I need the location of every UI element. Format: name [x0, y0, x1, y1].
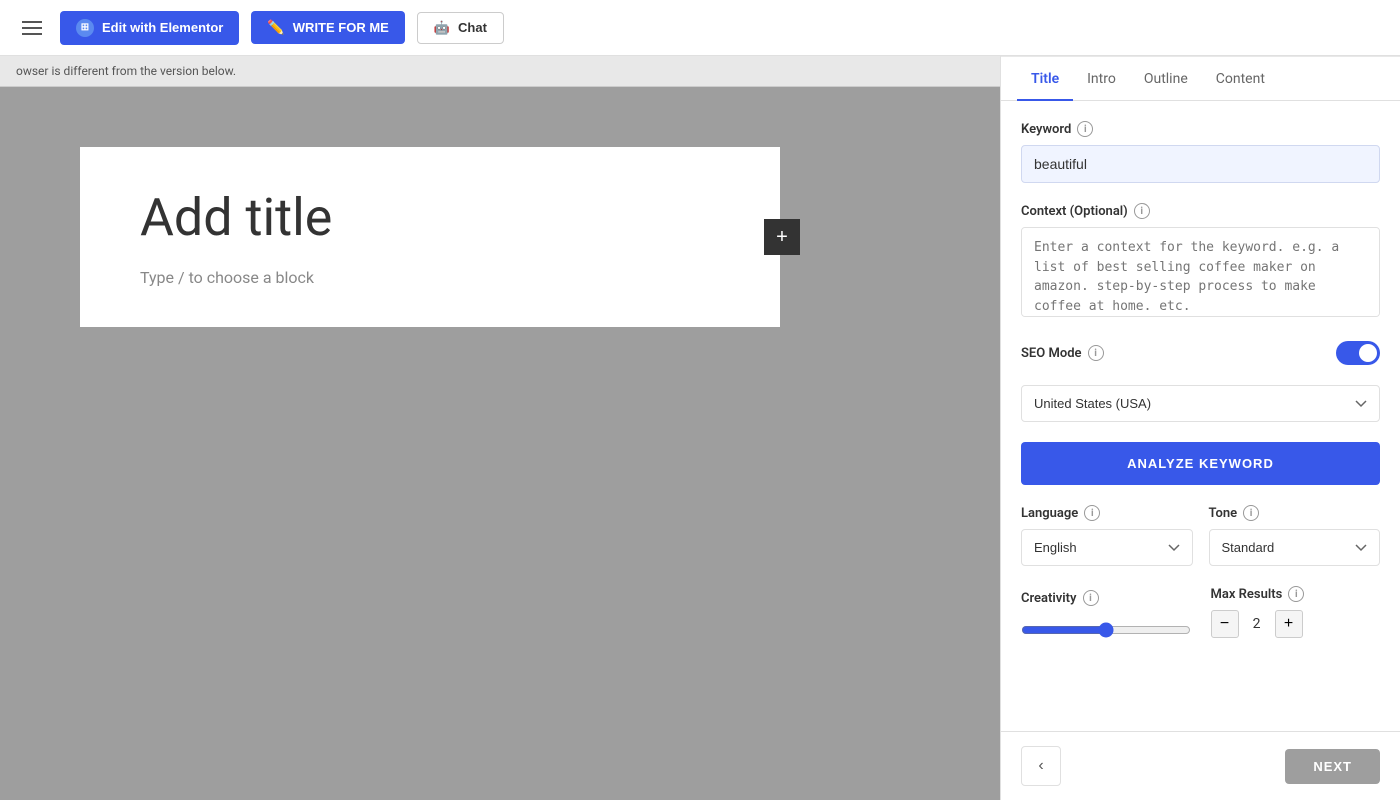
- seo-mode-toggle[interactable]: [1336, 341, 1380, 365]
- tone-select[interactable]: Standard Formal Casual: [1209, 529, 1381, 566]
- write-for-me-label: WRITE FOR ME: [293, 20, 389, 35]
- editor-content: Add title Type / to choose a block +: [0, 87, 1000, 800]
- next-button[interactable]: NEXT: [1285, 749, 1380, 784]
- right-panel: GetGenie × Title Intro Outline Content K…: [1000, 0, 1400, 800]
- pencil-icon: ✏️: [267, 19, 284, 36]
- keyword-info-icon[interactable]: i: [1077, 121, 1093, 137]
- add-title-placeholder[interactable]: Add title: [140, 187, 720, 248]
- tone-info-icon[interactable]: i: [1243, 505, 1259, 521]
- creativity-info-icon[interactable]: i: [1083, 590, 1099, 606]
- elementor-icon: ⊞: [76, 19, 94, 37]
- seo-mode-info-icon[interactable]: i: [1088, 345, 1104, 361]
- tab-title[interactable]: Title: [1017, 57, 1073, 101]
- keyword-field: Keyword i: [1021, 121, 1380, 183]
- max-results-label: Max Results i: [1211, 586, 1381, 602]
- language-field: Language i English Spanish French: [1021, 505, 1193, 566]
- country-select[interactable]: United States (USA) United Kingdom Canad…: [1021, 385, 1380, 422]
- add-block-button[interactable]: +: [764, 219, 800, 255]
- write-for-me-button[interactable]: ✏️ WRITE FOR ME: [251, 11, 404, 44]
- editor-area: owser is different from the version belo…: [0, 56, 1000, 800]
- hamburger-menu[interactable]: [16, 15, 48, 41]
- context-label: Context (Optional) i: [1021, 203, 1380, 219]
- edit-elementor-label: Edit with Elementor: [102, 20, 223, 35]
- tone-field: Tone i Standard Formal Casual: [1209, 505, 1381, 566]
- toolbar: ⊞ Edit with Elementor ✏️ WRITE FOR ME 🤖 …: [0, 0, 1400, 56]
- back-icon: ‹: [1038, 757, 1043, 775]
- content-block: Add title Type / to choose a block +: [80, 147, 780, 327]
- language-tone-row: Language i English Spanish French Tone i…: [1021, 505, 1380, 566]
- creativity-slider[interactable]: [1021, 622, 1191, 638]
- tab-intro[interactable]: Intro: [1073, 57, 1130, 101]
- max-results-decrement[interactable]: −: [1211, 610, 1239, 638]
- tab-outline[interactable]: Outline: [1130, 57, 1202, 101]
- language-info-icon[interactable]: i: [1084, 505, 1100, 521]
- creativity-label: Creativity i: [1021, 590, 1191, 606]
- seo-mode-row: SEO Mode i: [1021, 341, 1380, 365]
- chat-icon: 🤖: [434, 20, 450, 36]
- max-results-stepper: − 2 +: [1211, 610, 1381, 638]
- panel-body: Keyword i Context (Optional) i SEO Mode …: [1001, 101, 1400, 731]
- tone-label: Tone i: [1209, 505, 1381, 521]
- creativity-maxresults-row: Creativity i Max Results i − 2 +: [1021, 586, 1380, 638]
- language-label: Language i: [1021, 505, 1193, 521]
- panel-tabs: Title Intro Outline Content: [1001, 57, 1400, 101]
- max-results-increment[interactable]: +: [1275, 610, 1303, 638]
- chat-button[interactable]: 🤖 Chat: [417, 12, 504, 44]
- max-results-field: Max Results i − 2 +: [1211, 586, 1381, 638]
- max-results-info-icon[interactable]: i: [1288, 586, 1304, 602]
- creativity-field: Creativity i: [1021, 590, 1191, 638]
- chat-label: Chat: [458, 20, 487, 35]
- back-button[interactable]: ‹: [1021, 746, 1061, 786]
- seo-mode-label: SEO Mode i: [1021, 345, 1104, 361]
- block-placeholder[interactable]: Type / to choose a block: [140, 268, 720, 287]
- context-textarea[interactable]: [1021, 227, 1380, 317]
- max-results-value: 2: [1247, 616, 1267, 632]
- keyword-label: Keyword i: [1021, 121, 1380, 137]
- edit-elementor-button[interactable]: ⊞ Edit with Elementor: [60, 11, 239, 45]
- context-field: Context (Optional) i: [1021, 203, 1380, 321]
- language-select[interactable]: English Spanish French: [1021, 529, 1193, 566]
- country-field: United States (USA) United Kingdom Canad…: [1021, 385, 1380, 422]
- context-info-icon[interactable]: i: [1134, 203, 1150, 219]
- analyze-keyword-button[interactable]: ANALYZE KEYWORD: [1021, 442, 1380, 485]
- keyword-input[interactable]: [1021, 145, 1380, 183]
- tab-content[interactable]: Content: [1202, 57, 1279, 101]
- panel-footer: ‹ NEXT: [1001, 731, 1400, 800]
- browser-notice: owser is different from the version belo…: [0, 56, 1000, 87]
